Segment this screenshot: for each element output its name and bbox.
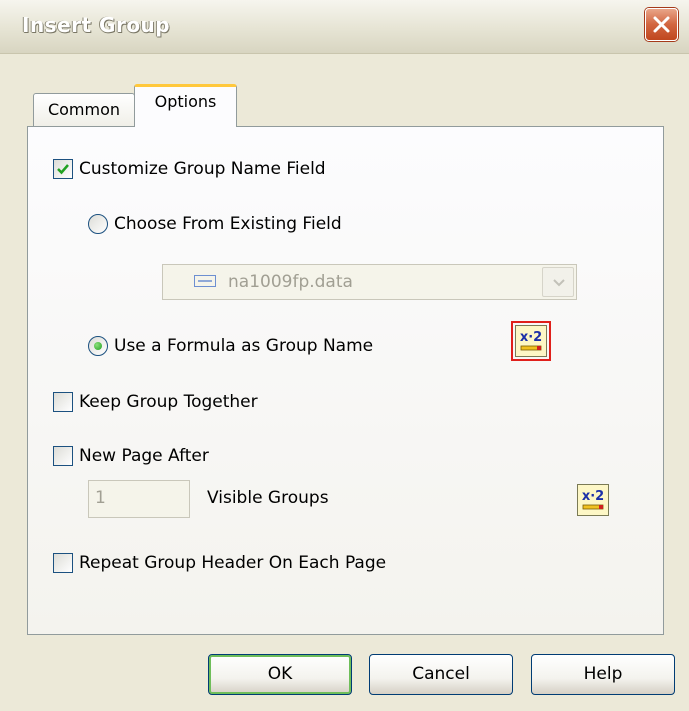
choose-existing-radio[interactable] [88, 214, 108, 234]
formula-icon: x·2 [515, 325, 547, 357]
existing-field-value: na1009fp.data [228, 272, 353, 292]
new-page-after-row[interactable]: New Page After [53, 446, 209, 466]
use-formula-label: Use a Formula as Group Name [114, 336, 374, 356]
customize-group-name-row[interactable]: Customize Group Name Field [53, 159, 326, 179]
new-page-after-label: New Page After [79, 446, 209, 466]
keep-together-row[interactable]: Keep Group Together [53, 392, 258, 412]
tab-options[interactable]: Options [134, 84, 237, 127]
help-button[interactable]: Help [531, 654, 675, 695]
existing-field-select[interactable]: na1009fp.data [162, 264, 577, 300]
svg-text:x·2: x·2 [520, 330, 542, 345]
keep-together-checkbox[interactable] [53, 392, 73, 412]
chevron-down-icon [553, 279, 565, 287]
svg-text:x·2: x·2 [582, 489, 604, 504]
formula-icon: x·2 [577, 484, 609, 516]
ok-button[interactable]: OK [208, 654, 352, 695]
tab-common[interactable]: Common [33, 93, 135, 126]
repeat-header-row[interactable]: Repeat Group Header On Each Page [53, 553, 386, 573]
repeat-header-checkbox[interactable] [53, 553, 73, 573]
new-page-after-checkbox[interactable] [53, 446, 73, 466]
visible-groups-formula-button[interactable]: x·2 [577, 484, 611, 518]
cancel-button[interactable]: Cancel [369, 654, 513, 695]
choose-existing-row[interactable]: Choose From Existing Field [88, 214, 342, 234]
visible-groups-input[interactable]: 1 [88, 480, 190, 518]
use-formula-radio[interactable] [88, 336, 108, 356]
title-bar[interactable]: Insert Group [0, 0, 689, 54]
choose-existing-label: Choose From Existing Field [114, 214, 342, 234]
select-dropdown-arrow[interactable] [542, 267, 574, 297]
window-title: Insert Group [22, 13, 171, 37]
customize-group-name-label: Customize Group Name Field [79, 159, 326, 179]
visible-groups-label: Visible Groups [207, 488, 329, 508]
customize-group-name-checkbox[interactable] [53, 159, 73, 179]
close-icon [653, 16, 670, 33]
visible-groups-label-row: Visible Groups [207, 488, 329, 508]
repeat-header-label: Repeat Group Header On Each Page [79, 553, 387, 573]
close-button[interactable] [645, 8, 678, 41]
checkmark-icon [57, 164, 69, 175]
formula-editor-button[interactable]: x·2 [511, 321, 551, 361]
insert-group-dialog: Insert Group Common Options Customize Gr… [0, 0, 689, 711]
keep-together-label: Keep Group Together [79, 392, 258, 412]
database-field-icon [194, 272, 216, 292]
use-formula-row[interactable]: Use a Formula as Group Name [88, 336, 373, 356]
